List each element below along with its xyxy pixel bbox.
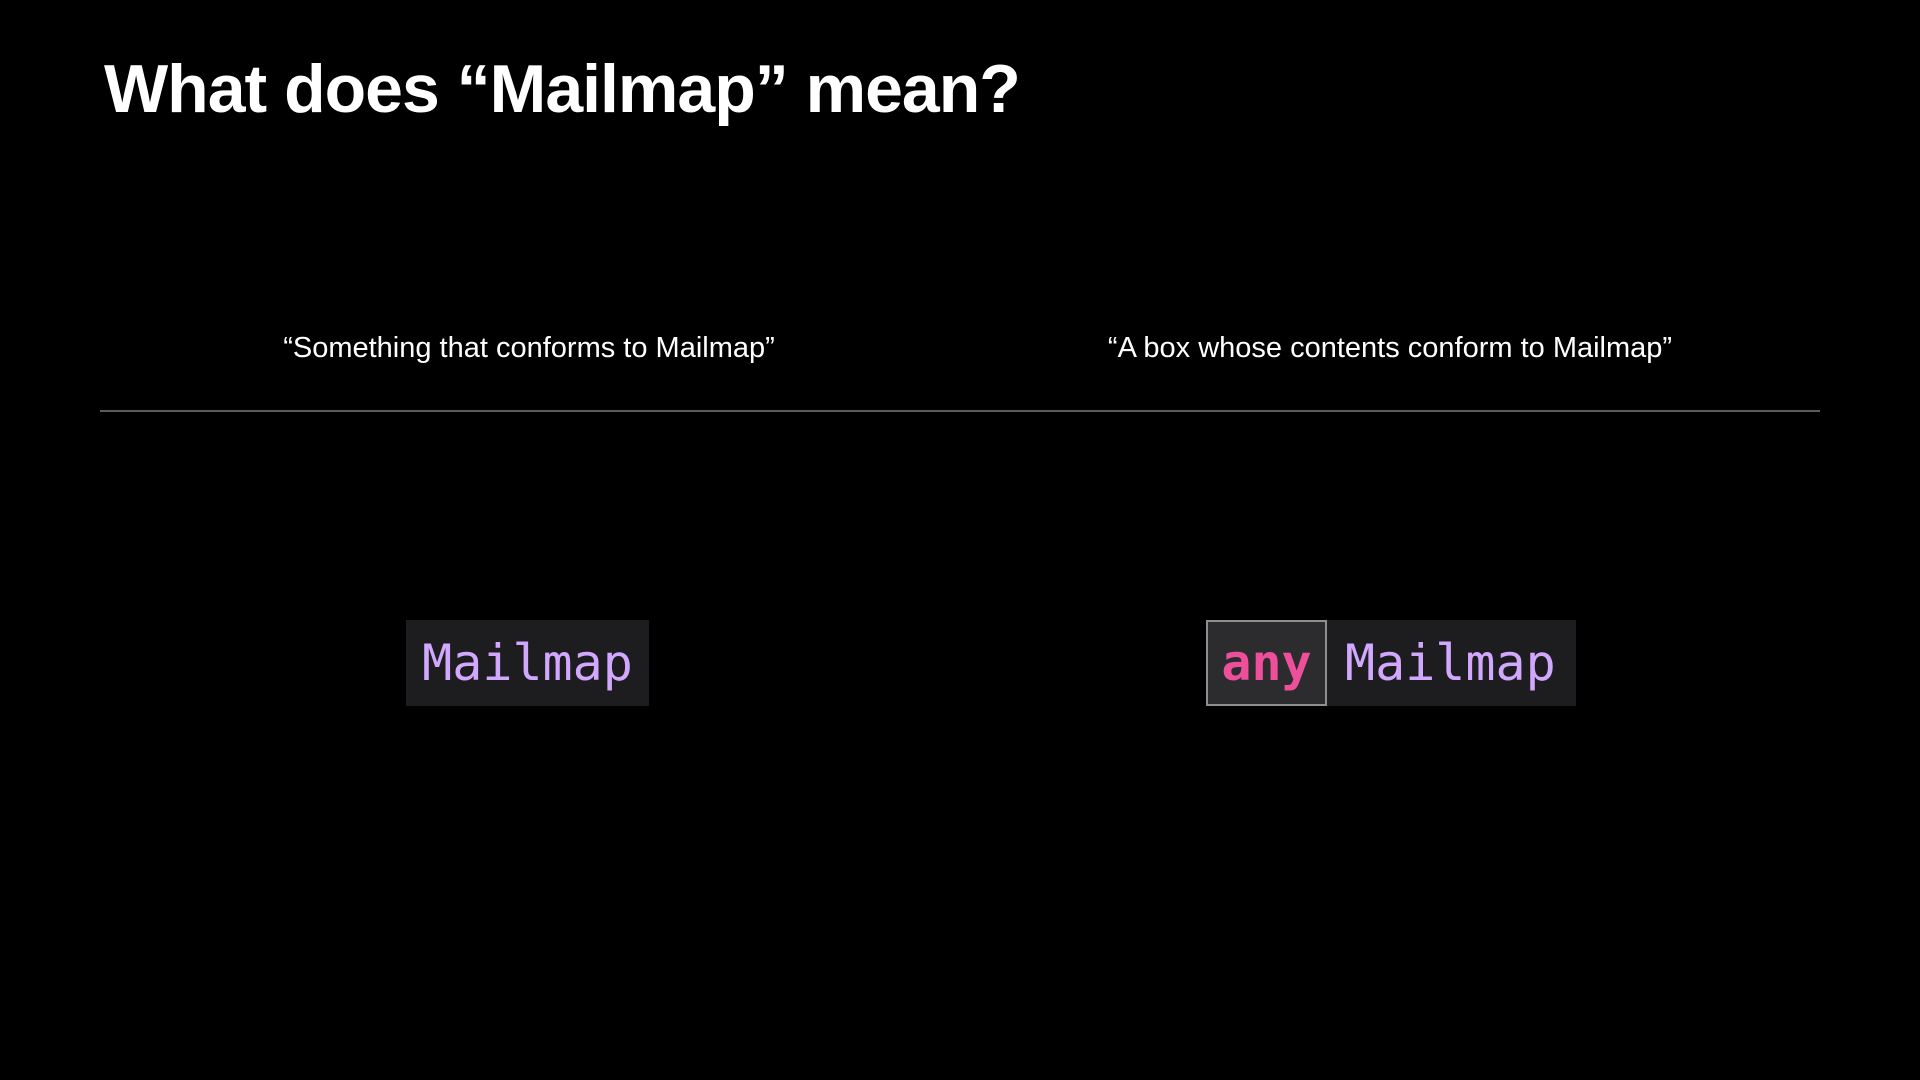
right-code-block: any Mailmap — [1206, 620, 1576, 706]
left-type-name: Mailmap — [422, 634, 633, 692]
right-caption: “A box whose contents conform to Mailmap… — [1107, 332, 1673, 364]
right-type-name: Mailmap — [1345, 634, 1556, 692]
left-code-block: Mailmap — [406, 620, 649, 706]
divider — [100, 410, 1820, 412]
slide: What does “Mailmap” mean? “Something tha… — [0, 0, 1920, 1080]
any-keyword: any — [1221, 634, 1312, 692]
any-keyword-highlight: any — [1206, 620, 1327, 706]
left-caption: “Something that conforms to Mailmap” — [283, 332, 775, 364]
slide-title: What does “Mailmap” mean? — [104, 51, 1021, 127]
